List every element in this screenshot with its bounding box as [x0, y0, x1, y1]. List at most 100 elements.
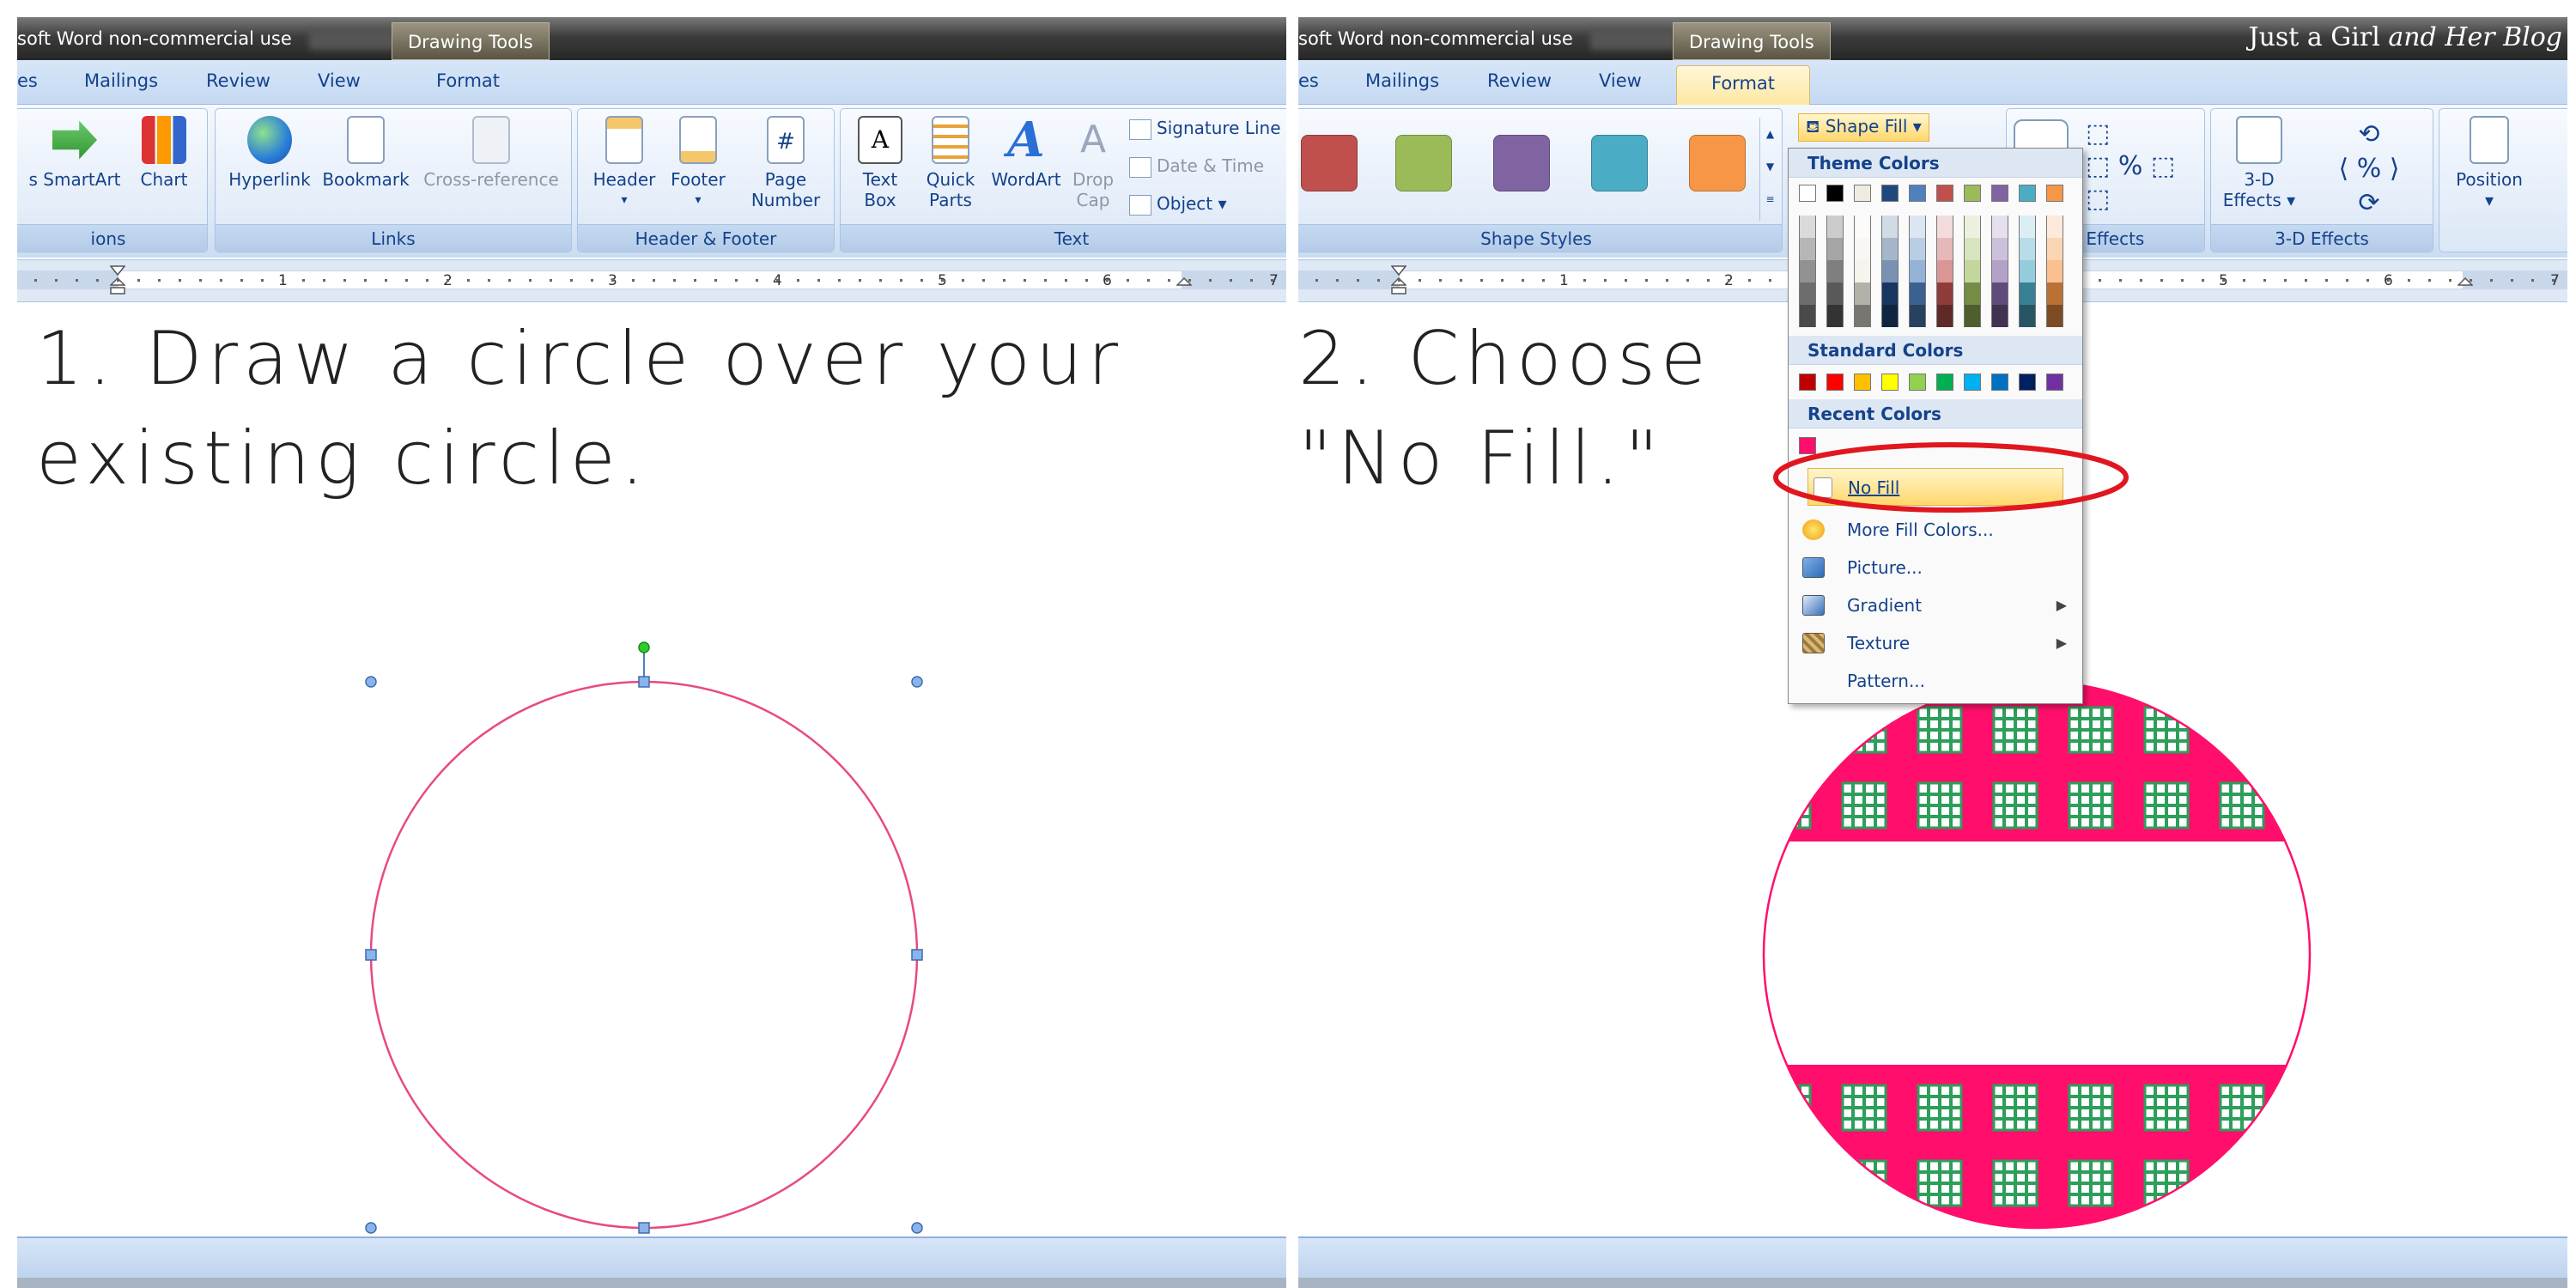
theme-shade-swatch[interactable]: [1936, 260, 1953, 283]
tab-review[interactable]: Review: [1487, 70, 1552, 91]
pattern-item[interactable]: Pattern...: [1789, 662, 2082, 700]
theme-shade-swatch[interactable]: [1964, 260, 1981, 283]
theme-shade-swatch[interactable]: [1881, 238, 1899, 260]
rotation-handle[interactable]: [638, 641, 650, 653]
theme-shade-swatch[interactable]: [1964, 216, 1981, 238]
theme-shade-swatch[interactable]: [1826, 305, 1844, 327]
theme-shade-swatch[interactable]: [1826, 238, 1844, 260]
theme-color-swatch[interactable]: [1964, 185, 1981, 202]
theme-shade-swatch[interactable]: [1799, 216, 1816, 238]
theme-shade-swatch[interactable]: [1909, 305, 1926, 327]
theme-shade-swatch[interactable]: [1881, 260, 1899, 283]
3d-effects-button[interactable]: 3-D Effects ▾: [2218, 116, 2300, 210]
standard-color-swatch[interactable]: [1991, 374, 2008, 391]
tab-format[interactable]: Format: [436, 70, 500, 91]
tab-format[interactable]: Format: [1676, 65, 1811, 106]
position-button[interactable]: Position ▾: [2446, 116, 2532, 210]
theme-color-swatch[interactable]: [2046, 185, 2063, 202]
theme-shade-swatch[interactable]: [1799, 238, 1816, 260]
theme-shade-swatch[interactable]: [2019, 238, 2036, 260]
resize-handle-top-left[interactable]: [365, 676, 377, 688]
theme-shade-swatch[interactable]: [1991, 305, 2008, 327]
chart-button[interactable]: Chart: [130, 116, 198, 190]
date-time-button[interactable]: Date & Time: [1129, 155, 1264, 178]
wordart-button[interactable]: A WordArt: [985, 116, 1067, 190]
tab-view[interactable]: View: [318, 70, 361, 91]
nudge-shadow-icons[interactable]: ⬚ ⬚ % ⬚ ⬚: [2086, 118, 2175, 216]
theme-shade-swatch[interactable]: [2019, 283, 2036, 305]
shape-style-swatch[interactable]: [1301, 135, 1358, 191]
tab-review[interactable]: Review: [206, 70, 270, 91]
text-box-button[interactable]: A Text Box: [848, 116, 913, 210]
standard-color-swatch[interactable]: [1909, 374, 1926, 391]
footer-button[interactable]: Footer ▾: [662, 116, 734, 210]
theme-shade-swatch[interactable]: [1854, 238, 1871, 260]
theme-shade-swatch[interactable]: [1881, 283, 1899, 305]
theme-shade-swatch[interactable]: [1909, 216, 1926, 238]
theme-shade-swatch[interactable]: [1909, 283, 1926, 305]
theme-shade-swatch[interactable]: [2046, 260, 2063, 283]
texture-item[interactable]: Texture ▶: [1789, 624, 2082, 662]
cross-reference-button[interactable]: Cross-reference: [418, 116, 564, 190]
theme-color-swatch[interactable]: [1799, 185, 1816, 202]
theme-shade-swatch[interactable]: [2019, 305, 2036, 327]
standard-color-swatch[interactable]: [1826, 374, 1844, 391]
horizontal-ruler[interactable]: 1 2 3 4 5 6 7: [17, 259, 1286, 302]
theme-shade-swatch[interactable]: [1799, 260, 1816, 283]
theme-color-swatch[interactable]: [1854, 185, 1871, 202]
theme-shade-swatch[interactable]: [1964, 238, 1981, 260]
shape-fill-button[interactable]: ⛾ Shape Fill ▾: [1798, 113, 1929, 142]
theme-shade-swatch[interactable]: [1936, 305, 1953, 327]
circle-shape[interactable]: [369, 680, 919, 1230]
theme-shade-swatch[interactable]: [1854, 260, 1871, 283]
resize-handle-left[interactable]: [365, 949, 377, 961]
standard-color-swatch[interactable]: [1854, 374, 1871, 391]
theme-shade-swatch[interactable]: [1991, 260, 2008, 283]
theme-shade-swatch[interactable]: [1909, 238, 1926, 260]
theme-shade-swatch[interactable]: [1799, 283, 1816, 305]
shape-style-swatch[interactable]: [1591, 135, 1648, 191]
theme-shade-swatch[interactable]: [1909, 260, 1926, 283]
tab-references[interactable]: es: [1298, 70, 1319, 91]
standard-color-swatch[interactable]: [1881, 374, 1899, 391]
theme-shade-swatch[interactable]: [2046, 238, 2063, 260]
theme-shade-swatch[interactable]: [1964, 305, 1981, 327]
signature-line-button[interactable]: Signature Line: [1129, 118, 1281, 140]
theme-shade-swatch[interactable]: [1826, 216, 1844, 238]
picture-item[interactable]: Picture...: [1789, 549, 2082, 586]
theme-shade-swatch[interactable]: [1826, 283, 1844, 305]
theme-color-swatch[interactable]: [1881, 185, 1899, 202]
standard-color-swatch[interactable]: [2019, 374, 2036, 391]
tab-mailings[interactable]: Mailings: [1365, 70, 1439, 91]
gallery-scroll[interactable]: ▲ ▼ ≡: [1759, 118, 1780, 221]
tab-references[interactable]: es: [17, 70, 38, 91]
resize-handle-bottom-left[interactable]: [365, 1222, 377, 1234]
theme-shade-swatch[interactable]: [1991, 238, 2008, 260]
theme-color-swatch[interactable]: [1936, 185, 1953, 202]
3d-tilt-icons[interactable]: ⟲ ⟨ % ⟩ ⟳: [2318, 118, 2421, 221]
bookmark-button[interactable]: Bookmark: [319, 116, 413, 190]
theme-shade-swatch[interactable]: [1991, 283, 2008, 305]
shape-style-swatch[interactable]: [1689, 135, 1746, 191]
object-button[interactable]: Object ▾: [1129, 193, 1227, 216]
theme-shade-swatch[interactable]: [1936, 238, 1953, 260]
standard-color-swatch[interactable]: [1936, 374, 1953, 391]
resize-handle-bottom[interactable]: [638, 1222, 650, 1234]
theme-shade-swatch[interactable]: [1799, 305, 1816, 327]
theme-color-swatch[interactable]: [1909, 185, 1926, 202]
drop-cap-button[interactable]: A Drop Cap: [1066, 116, 1121, 210]
theme-color-swatch[interactable]: [2019, 185, 2036, 202]
theme-shade-swatch[interactable]: [1854, 305, 1871, 327]
theme-shade-swatch[interactable]: [2046, 305, 2063, 327]
tab-view[interactable]: View: [1599, 70, 1642, 91]
theme-shade-swatch[interactable]: [1854, 216, 1871, 238]
theme-shade-swatch[interactable]: [1881, 216, 1899, 238]
theme-shade-swatch[interactable]: [2019, 260, 2036, 283]
standard-color-swatch[interactable]: [2046, 374, 2063, 391]
shape-style-swatch[interactable]: [1493, 135, 1550, 191]
theme-shade-swatch[interactable]: [1991, 216, 2008, 238]
shape-style-swatch[interactable]: [1395, 135, 1452, 191]
theme-shade-swatch[interactable]: [2019, 216, 2036, 238]
theme-shade-swatch[interactable]: [1881, 305, 1899, 327]
resize-handle-top[interactable]: [638, 676, 650, 688]
